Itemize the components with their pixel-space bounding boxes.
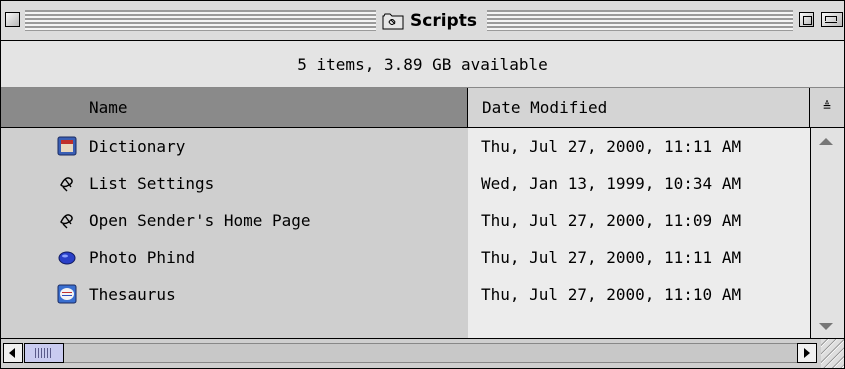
sort-direction-button[interactable]: ≜ (810, 88, 844, 128)
scroll-right-button[interactable] (797, 343, 817, 363)
sort-direction-icon: ≜ (823, 100, 831, 115)
scroll-up-arrow-icon[interactable] (819, 138, 833, 145)
file-name: Thesaurus (89, 285, 176, 304)
title-stripes-right (487, 10, 793, 31)
list-item[interactable]: List Settings Wed, Jan 13, 1999, 10:34 A… (1, 165, 810, 202)
horizontal-scroll-track[interactable] (64, 343, 797, 363)
zoom-box[interactable] (799, 12, 814, 27)
file-name: Open Sender's Home Page (89, 211, 311, 230)
window-title-text: Scripts (410, 11, 477, 31)
finder-window: Scripts 5 items, 3.89 GB available Name … (0, 0, 845, 369)
scroll-down-arrow-icon[interactable] (819, 323, 833, 330)
file-list: Dictionary Thu, Jul 27, 2000, 11:11 AM L… (1, 128, 810, 338)
list-item[interactable]: Photo Phind Thu, Jul 27, 2000, 11:11 AM (1, 239, 810, 276)
title-bar[interactable]: Scripts (1, 1, 844, 41)
list-item[interactable]: Open Sender's Home Page Thu, Jul 27, 200… (1, 202, 810, 239)
file-name: List Settings (89, 174, 215, 193)
file-date-modified: Thu, Jul 27, 2000, 11:11 AM (481, 248, 742, 267)
window-info-header: 5 items, 3.89 GB available (1, 41, 844, 88)
items-available-text: 5 items, 3.89 GB available (297, 54, 548, 74)
photo-phind-app-icon (57, 247, 77, 267)
list-item[interactable]: Thesaurus Thu, Jul 27, 2000, 11:10 AM (1, 276, 810, 313)
applescript-icon (57, 210, 77, 230)
file-date-modified: Thu, Jul 27, 2000, 11:09 AM (481, 211, 742, 230)
column-header-name-label: Name (89, 98, 128, 117)
column-header-date-label: Date Modified (482, 98, 608, 117)
scripts-folder-icon (382, 12, 404, 30)
vertical-scrollbar[interactable] (810, 128, 844, 338)
collapse-box[interactable] (821, 12, 843, 27)
file-date-modified: Thu, Jul 27, 2000, 11:11 AM (481, 137, 742, 156)
horizontal-scroll-thumb[interactable] (24, 343, 64, 363)
close-box[interactable] (5, 12, 20, 27)
dictionary-app-icon (57, 136, 77, 156)
resize-grow-box[interactable] (821, 338, 844, 368)
list-item[interactable]: Dictionary Thu, Jul 27, 2000, 11:11 AM (1, 128, 810, 165)
file-date-modified: Thu, Jul 27, 2000, 11:10 AM (481, 285, 742, 304)
column-header-name[interactable]: Name (1, 88, 468, 128)
file-name: Photo Phind (89, 248, 195, 267)
window-title: Scripts (376, 9, 483, 33)
applescript-icon (57, 173, 77, 193)
column-header-date-modified[interactable]: Date Modified (468, 88, 810, 128)
horizontal-scrollbar[interactable] (1, 338, 821, 368)
thesaurus-app-icon (57, 284, 77, 304)
scroll-left-button[interactable] (3, 343, 23, 363)
file-name: Dictionary (89, 137, 186, 156)
title-stripes-left (25, 10, 377, 31)
file-date-modified: Wed, Jan 13, 1999, 10:34 AM (481, 174, 742, 193)
